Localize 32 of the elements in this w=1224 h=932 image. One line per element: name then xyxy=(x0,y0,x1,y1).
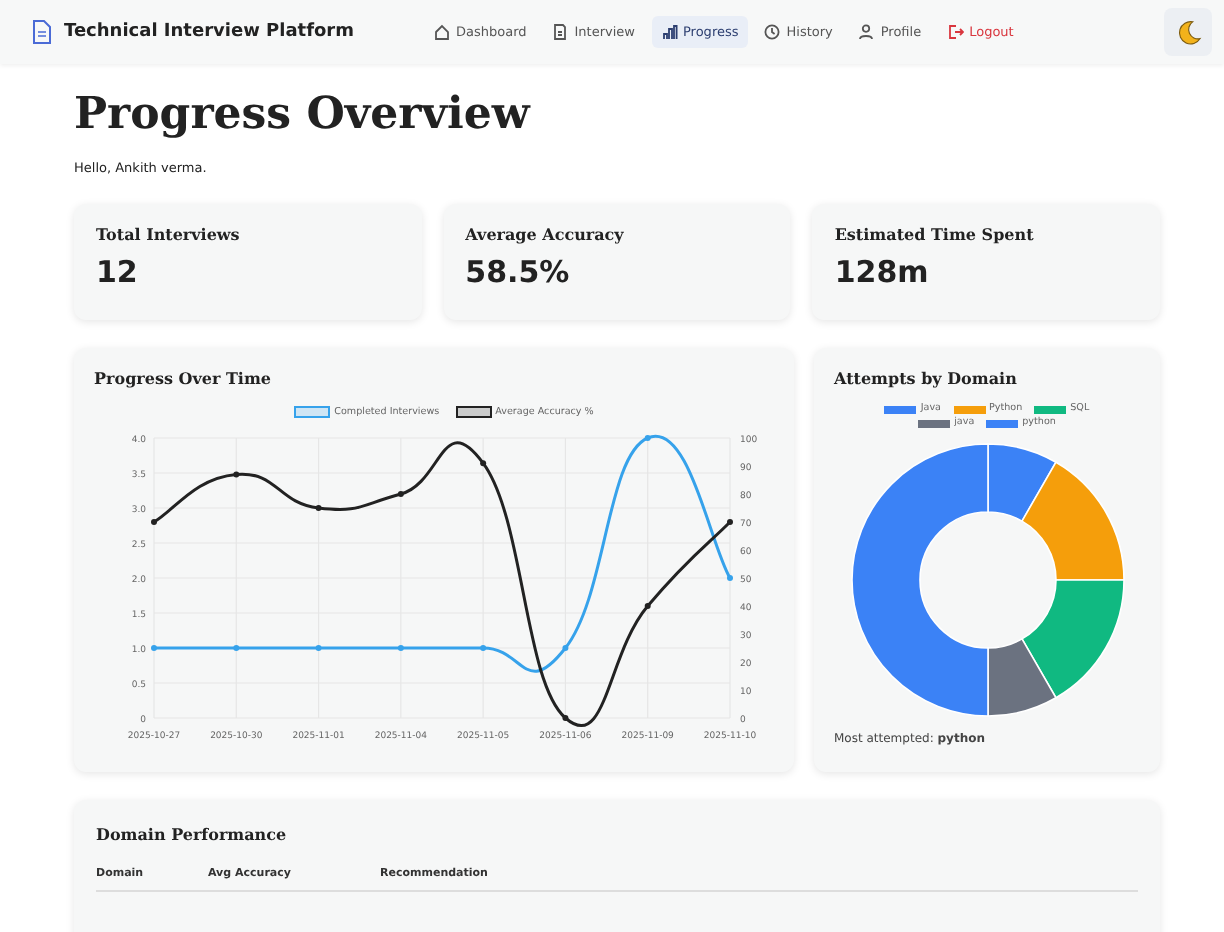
user-icon xyxy=(858,24,875,40)
brand-name[interactable]: Technical Interview Platform xyxy=(64,22,354,42)
page-title: Progress Overview xyxy=(74,88,533,140)
theme-toggle-button[interactable] xyxy=(1164,8,1212,56)
point xyxy=(151,519,157,525)
stat-label: Total Interviews xyxy=(96,224,242,244)
home-icon xyxy=(434,24,450,40)
chart-title: Progress Over Time xyxy=(94,368,274,388)
point xyxy=(727,575,733,581)
point xyxy=(233,471,240,478)
document-icon xyxy=(552,24,569,40)
clock-icon xyxy=(764,24,781,40)
chart-title: Attempts by Domain xyxy=(834,368,1019,388)
point xyxy=(315,505,322,511)
point xyxy=(644,603,651,609)
stat-value: 58.5% xyxy=(465,254,572,290)
logout-icon xyxy=(947,24,964,40)
point xyxy=(562,715,569,721)
document-icon xyxy=(32,20,52,44)
stat-label: Average Accuracy xyxy=(465,224,626,244)
section-title: Domain Performance xyxy=(96,824,289,844)
point xyxy=(315,645,322,651)
point xyxy=(480,460,487,467)
stat-value: 128m xyxy=(834,254,931,290)
point xyxy=(644,435,651,441)
stat-label: Estimated Time Spent xyxy=(834,224,1036,244)
stat-value: 12 xyxy=(96,254,140,290)
moon-icon xyxy=(1175,19,1201,45)
point xyxy=(727,519,733,525)
point xyxy=(562,645,569,651)
point xyxy=(151,645,157,651)
bar-chart-icon xyxy=(661,24,677,40)
